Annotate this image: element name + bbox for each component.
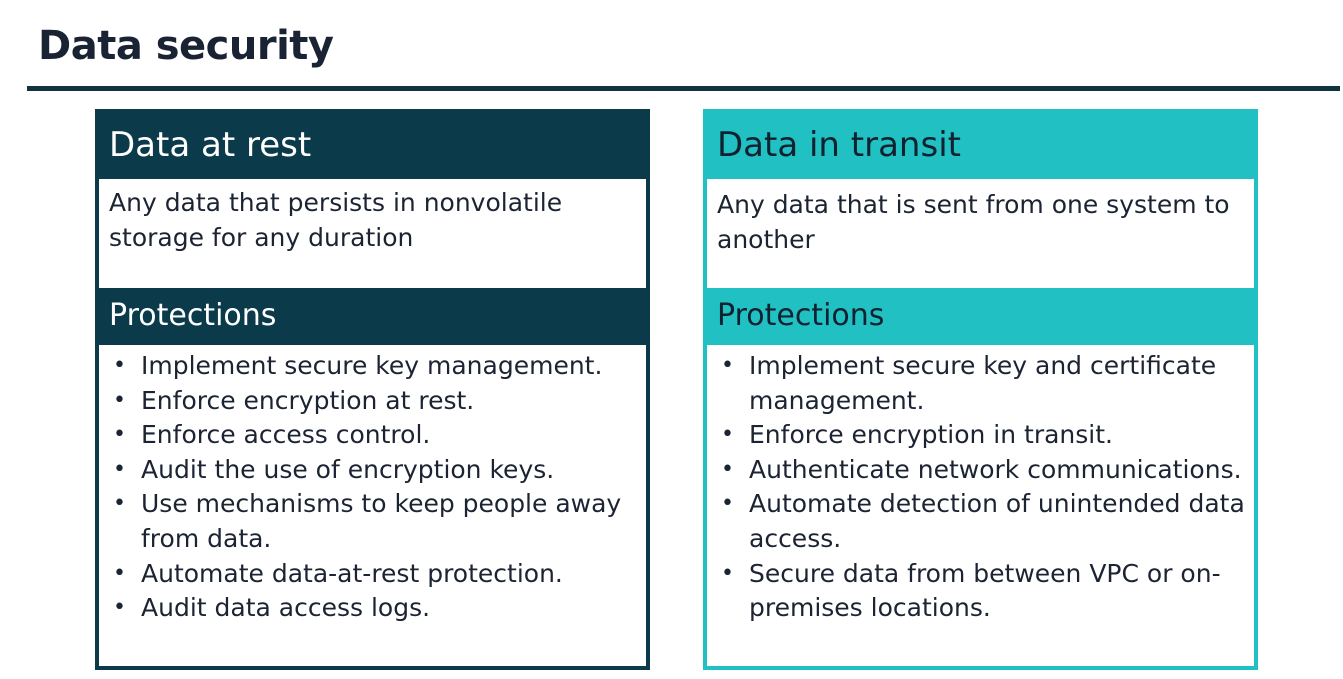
list-item: • Use mechanisms to keep people away from… <box>113 489 622 553</box>
bullet-icon: • <box>113 595 126 621</box>
bullet-icon: • <box>113 387 126 413</box>
list-item: • Enforce encryption in transit. <box>707 418 1248 453</box>
bullet-icon: • <box>721 353 734 378</box>
data-at-rest-panel: Data at rest Any data that persists in n… <box>95 109 650 670</box>
data-at-rest-description: Any data that persists in nonvolatile st… <box>109 188 563 252</box>
list-item: • Secure data from between VPC or on-prem… <box>721 558 1221 623</box>
data-in-transit-heading: Data in transit <box>707 113 1254 179</box>
bullet-icon: • <box>113 560 126 586</box>
data-in-transit-panel: Data in transit Any data that is sent fr… <box>703 109 1258 670</box>
bullet-icon: • <box>113 491 126 517</box>
bullet-icon: • <box>113 456 126 482</box>
data-in-transit-protections-list: • Implement secure key and certificate ma… <box>707 349 1248 626</box>
bullet-icon: • <box>721 422 734 448</box>
list-item: • Automate data-at-rest protection. <box>99 557 640 592</box>
title-divider <box>27 86 1340 91</box>
bullet-icon: • <box>721 560 734 586</box>
data-in-transit-description: Any data that is sent from one system to… <box>717 190 1230 254</box>
list-item: • Audit data access logs. <box>99 591 640 626</box>
data-at-rest-protections-heading: Protections <box>99 288 646 345</box>
list-item: • Implement secure key management. <box>99 349 640 384</box>
bullet-icon: • <box>721 456 734 482</box>
list-item: • Enforce access control. <box>99 418 640 453</box>
data-at-rest-heading: Data at rest <box>99 113 646 179</box>
bullet-icon: • <box>113 422 126 448</box>
list-item: • Automate detection of unintended data a… <box>721 489 1245 553</box>
list-item: • Authenticate network communications. <box>707 453 1248 488</box>
list-item: • Implement secure key and certificate ma… <box>721 351 1217 415</box>
data-at-rest-protections-list: • Implement secure key management. • Enfor… <box>99 349 640 626</box>
list-item: • Enforce encryption at rest. <box>99 384 640 419</box>
bullet-icon: • <box>721 491 734 517</box>
bullet-icon: • <box>113 353 126 378</box>
page-title: Data security <box>38 23 334 69</box>
list-item: • Audit the use of encryption keys. <box>99 453 640 488</box>
data-in-transit-protections-heading: Protections <box>707 288 1254 345</box>
